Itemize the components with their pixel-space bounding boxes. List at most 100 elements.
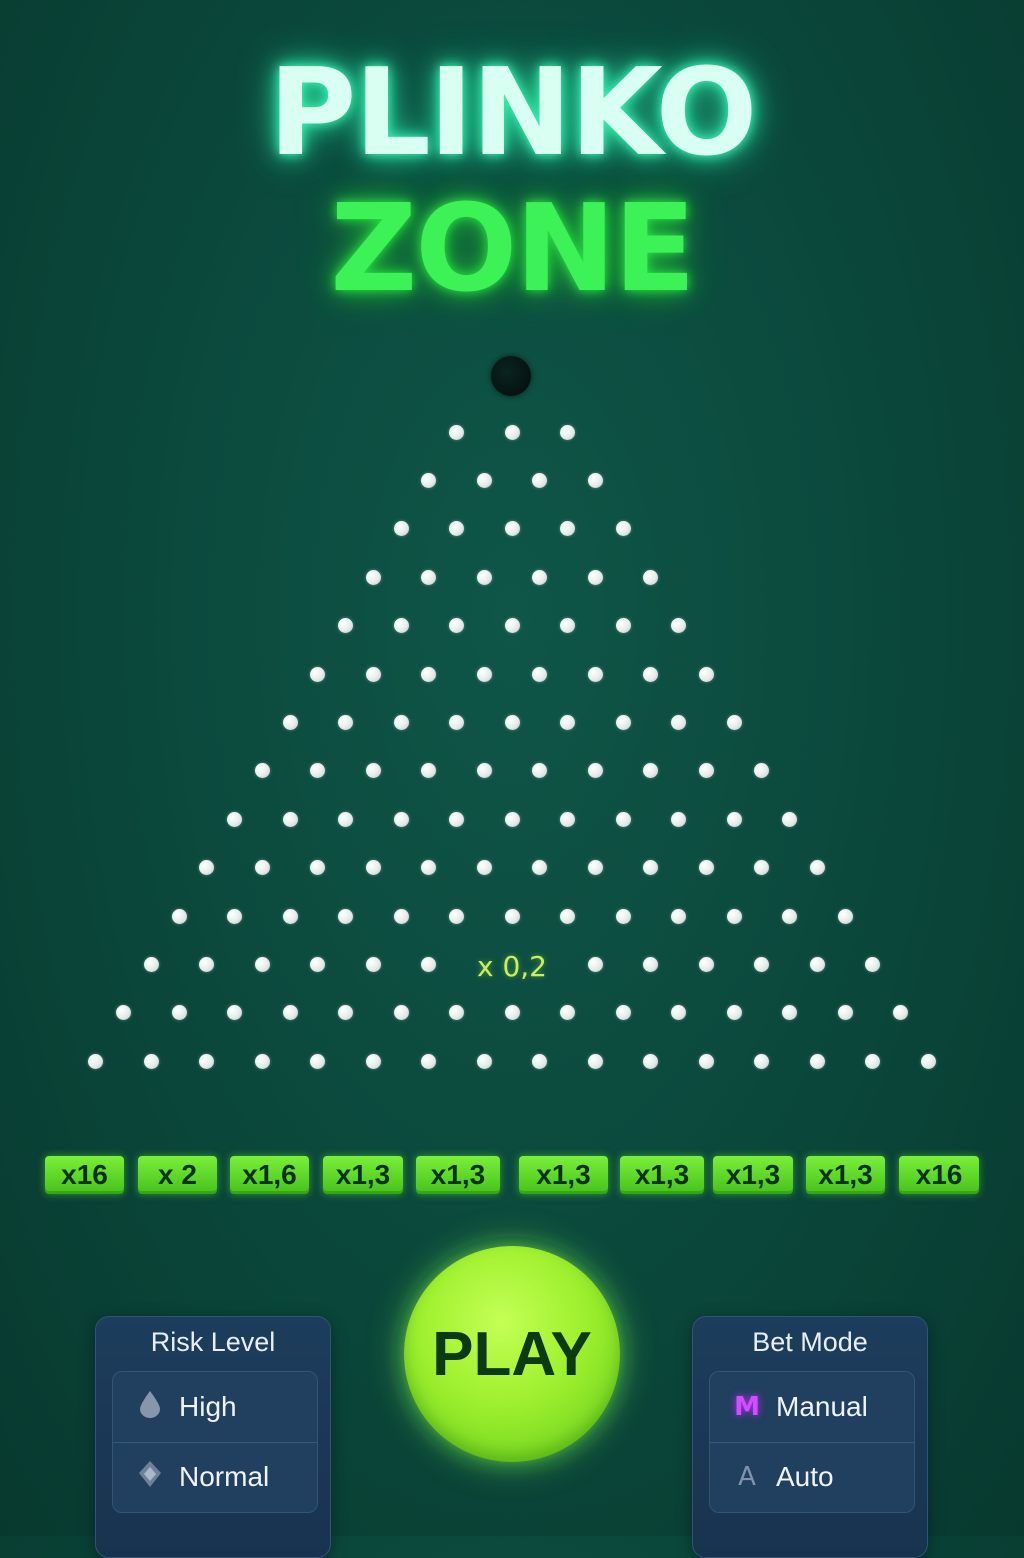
peg [643, 666, 659, 682]
peg [310, 860, 326, 876]
risk-option-high[interactable]: High [113, 1372, 317, 1443]
peg [698, 860, 714, 876]
peg [504, 908, 520, 924]
peg [504, 618, 520, 634]
peg [282, 1005, 298, 1021]
peg [865, 956, 881, 972]
peg [421, 666, 437, 682]
peg [615, 521, 631, 537]
peg [532, 1053, 548, 1069]
play-button[interactable]: PLAY [404, 1246, 620, 1462]
peg [865, 1053, 881, 1069]
risk-level-title: Risk Level [150, 1327, 276, 1357]
peg [587, 956, 603, 972]
peg [227, 908, 242, 924]
peg [282, 908, 298, 924]
bucket: x1,3 [519, 1156, 608, 1194]
peg [587, 569, 603, 585]
peg [393, 618, 409, 634]
peg [476, 860, 492, 876]
peg [421, 1053, 437, 1069]
peg [476, 472, 492, 488]
peg [754, 1053, 770, 1069]
bet-mode-title: Bet Mode [752, 1327, 868, 1357]
bet-mode-options: M Manual A Auto [709, 1371, 915, 1513]
bet-option-manual[interactable]: M Manual [710, 1372, 914, 1443]
risk-level-panel: Risk Level High Normal [95, 1316, 331, 1558]
peg [809, 956, 825, 972]
peg [338, 714, 353, 730]
peg [310, 956, 326, 972]
bet-option-auto[interactable]: A Auto [710, 1442, 914, 1512]
peg [227, 811, 242, 827]
peg [671, 908, 686, 924]
title-plinko: PLINKO [268, 44, 757, 183]
peg [393, 908, 409, 924]
peg [449, 811, 464, 827]
peg [782, 908, 797, 924]
peg [754, 763, 770, 779]
peg [532, 860, 548, 876]
peg [837, 1005, 853, 1021]
peg [754, 860, 770, 876]
peg [393, 714, 409, 730]
peg [587, 666, 603, 682]
risk-option-normal[interactable]: Normal [113, 1442, 317, 1512]
peg [310, 666, 326, 682]
peg [560, 908, 575, 924]
bucket: x1,3 [323, 1156, 403, 1194]
peg [282, 714, 298, 730]
bucket: x1,3 [713, 1156, 793, 1194]
peg [560, 811, 575, 827]
peg [615, 1005, 631, 1021]
peg [199, 860, 215, 876]
peg [698, 763, 714, 779]
peg [587, 763, 603, 779]
peg [310, 1053, 326, 1069]
peg [560, 424, 575, 440]
peg [199, 956, 215, 972]
peg [338, 618, 353, 634]
peg [254, 763, 270, 779]
peg [782, 1005, 797, 1021]
peg [532, 666, 548, 682]
peg [88, 1053, 104, 1069]
peg [116, 1005, 131, 1021]
peg [449, 618, 464, 634]
game-stage: PLINKO ZONE x 0,2 x16 x 2 x1,6 x1,3 x1,3… [0, 0, 1024, 1558]
bet-option-auto-label: Auto [776, 1461, 834, 1492]
peg [393, 1005, 409, 1021]
peg [615, 811, 631, 827]
risk-option-high-label: High [179, 1391, 237, 1422]
peg [143, 956, 159, 972]
peg [171, 1005, 187, 1021]
peg [504, 1005, 520, 1021]
peg [504, 424, 520, 440]
peg [421, 956, 437, 972]
peg [754, 956, 770, 972]
peg [282, 811, 298, 827]
peg [643, 763, 659, 779]
peg [726, 1005, 742, 1021]
bucket: x1,3 [416, 1156, 500, 1194]
peg [476, 666, 492, 682]
peg [560, 618, 575, 634]
peg [698, 666, 714, 682]
peg [504, 714, 520, 730]
peg [476, 763, 492, 779]
auto-a-icon: A [738, 1462, 756, 1492]
peg [449, 424, 464, 440]
peg [476, 569, 492, 585]
peg [504, 521, 520, 537]
peg [254, 1053, 270, 1069]
peg [365, 1053, 381, 1069]
peg [698, 1053, 714, 1069]
peg [504, 811, 520, 827]
peg [227, 1005, 242, 1021]
peg [809, 1053, 825, 1069]
peg [393, 811, 409, 827]
peg [560, 521, 575, 537]
peg [421, 472, 437, 488]
layered-diamond-icon [135, 1459, 165, 1496]
peg [643, 860, 659, 876]
